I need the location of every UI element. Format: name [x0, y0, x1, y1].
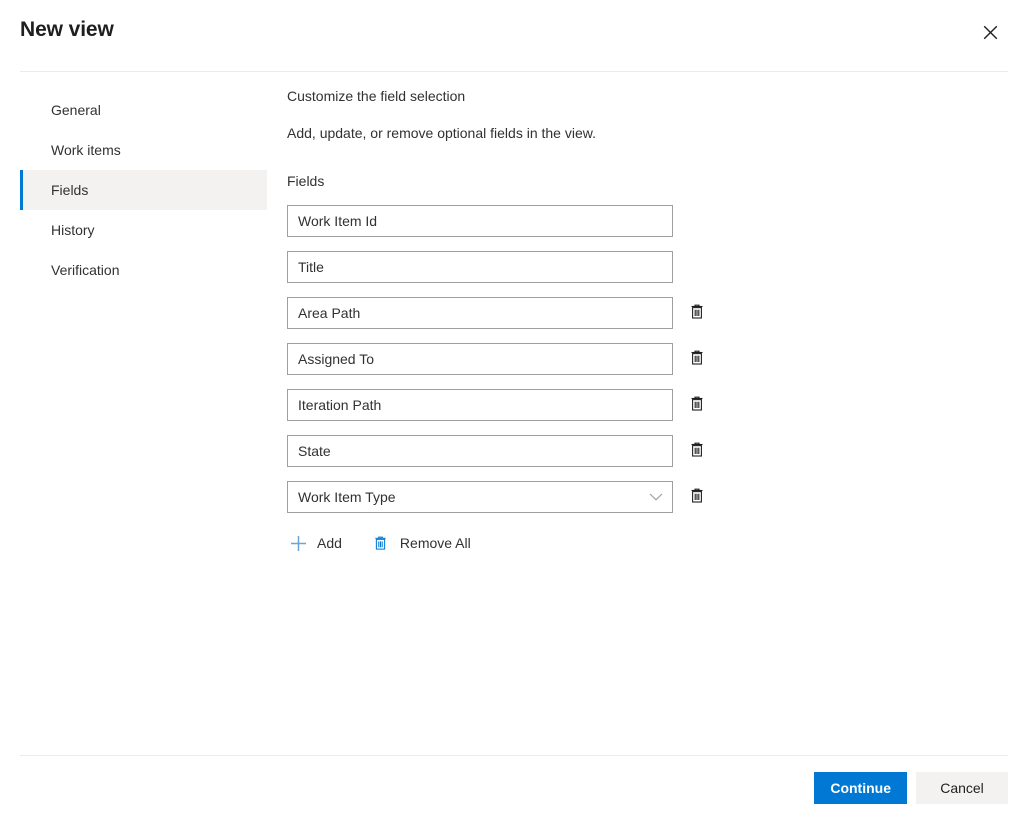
- remove-all-button[interactable]: Remove All: [370, 527, 471, 559]
- section-heading: Customize the field selection: [287, 86, 987, 106]
- trash-icon: [370, 535, 392, 551]
- remove-all-label: Remove All: [400, 535, 471, 551]
- close-button[interactable]: [972, 14, 1008, 50]
- field-row: Title: [287, 251, 987, 283]
- field-row: Work Item Type: [287, 481, 987, 513]
- field-value: Assigned To: [298, 351, 374, 367]
- field-input-assigned-to[interactable]: Assigned To: [287, 343, 673, 375]
- add-field-button[interactable]: Add: [287, 527, 342, 559]
- trash-icon: [689, 487, 705, 507]
- sidebar-item-label: History: [51, 222, 95, 238]
- add-field-label: Add: [317, 535, 342, 551]
- field-value: Area Path: [298, 305, 360, 321]
- sidebar-item-fields[interactable]: Fields: [20, 170, 267, 210]
- field-value: Iteration Path: [298, 397, 381, 413]
- sidebar-item-label: Work items: [51, 142, 121, 158]
- close-icon: [983, 25, 998, 40]
- field-row: Area Path: [287, 297, 987, 329]
- delete-field-button[interactable]: [683, 483, 711, 511]
- field-dropdown-work-item-type[interactable]: Work Item Type: [287, 481, 673, 513]
- continue-button[interactable]: Continue: [814, 772, 907, 804]
- field-row: Assigned To: [287, 343, 987, 375]
- header-divider: [20, 71, 1008, 72]
- trash-icon: [689, 441, 705, 461]
- sidebar-item-label: Fields: [51, 182, 88, 198]
- sidebar-item-history[interactable]: History: [20, 210, 267, 250]
- cancel-button[interactable]: Cancel: [916, 772, 1008, 804]
- field-list: Work Item Id Title Area Path: [287, 205, 987, 513]
- trash-icon: [689, 349, 705, 369]
- section-subheading: Add, update, or remove optional fields i…: [287, 123, 987, 143]
- delete-field-button[interactable]: [683, 345, 711, 373]
- field-input-iteration-path[interactable]: Iteration Path: [287, 389, 673, 421]
- field-input-title[interactable]: Title: [287, 251, 673, 283]
- sidebar-item-general[interactable]: General: [20, 90, 267, 130]
- sidebar-item-label: Verification: [51, 262, 119, 278]
- dialog-header: New view: [0, 0, 1028, 72]
- footer-divider: [20, 755, 1008, 756]
- chevron-down-icon: [649, 493, 663, 502]
- field-row: State: [287, 435, 987, 467]
- delete-field-button[interactable]: [683, 437, 711, 465]
- trash-icon: [689, 395, 705, 415]
- field-input-state[interactable]: State: [287, 435, 673, 467]
- field-value: Title: [298, 259, 324, 275]
- field-command-bar: Add Remove All: [287, 527, 987, 559]
- field-input-area-path[interactable]: Area Path: [287, 297, 673, 329]
- field-input-work-item-id[interactable]: Work Item Id: [287, 205, 673, 237]
- sidebar: General Work items Fields History Verifi…: [20, 90, 267, 290]
- field-value: State: [298, 443, 331, 459]
- fields-label: Fields: [287, 171, 987, 191]
- delete-field-button[interactable]: [683, 391, 711, 419]
- delete-field-button[interactable]: [683, 299, 711, 327]
- dialog-footer: Continue Cancel: [814, 772, 1008, 804]
- field-row: Work Item Id: [287, 205, 987, 237]
- field-value: Work Item Type: [298, 489, 396, 505]
- page-title: New view: [20, 18, 114, 42]
- main-panel: Customize the field selection Add, updat…: [287, 86, 987, 559]
- plus-icon: [287, 535, 309, 552]
- sidebar-item-label: General: [51, 102, 101, 118]
- sidebar-item-work-items[interactable]: Work items: [20, 130, 267, 170]
- sidebar-item-verification[interactable]: Verification: [20, 250, 267, 290]
- field-row: Iteration Path: [287, 389, 987, 421]
- trash-icon: [689, 303, 705, 323]
- field-value: Work Item Id: [298, 213, 377, 229]
